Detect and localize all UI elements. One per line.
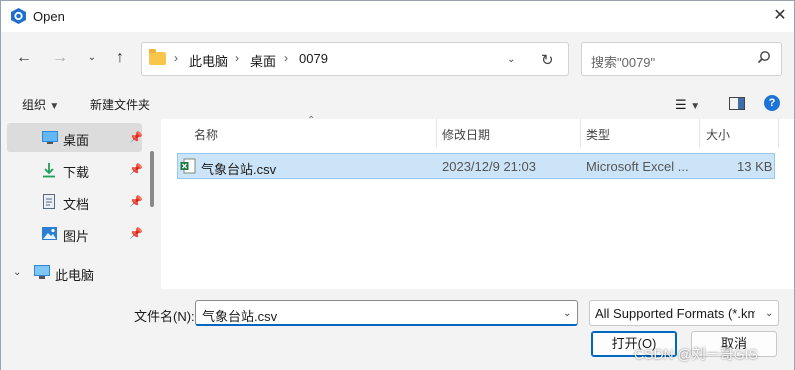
excel-file-icon <box>180 158 196 174</box>
close-icon: ✕ <box>773 7 787 24</box>
nav-item-downloads[interactable]: 下载 📌 <box>7 155 143 184</box>
window-title: Open <box>33 9 65 24</box>
column-divider[interactable] <box>580 119 581 147</box>
nav-item-pictures[interactable]: 图片 📌 <box>7 219 143 248</box>
preview-pane-icon <box>729 97 745 110</box>
list-view-icon: ☰ <box>675 97 687 112</box>
pin-icon[interactable]: 📌 <box>129 195 143 208</box>
pin-icon[interactable]: 📌 <box>129 227 143 240</box>
caret-down-icon: ▼ <box>690 101 701 112</box>
back-arrow-icon: ← <box>16 49 32 66</box>
filename-dropdown-icon[interactable]: ⌄ <box>563 308 571 319</box>
nav-label-desktop: 桌面 <box>63 133 90 148</box>
breadcrumb-separator-icon: › <box>235 51 239 65</box>
file-modified: 2023/12/9 21:03 <box>442 159 536 174</box>
file-name: 气象台站.csv <box>201 162 277 177</box>
file-type: Microsoft Excel ... <box>586 159 689 174</box>
column-header-type[interactable]: 类型 <box>586 126 610 143</box>
nav-label-documents: 文档 <box>63 197 90 212</box>
address-dropdown-icon[interactable]: ⌄ <box>507 54 515 65</box>
chevron-down-icon: ⌄ <box>87 52 97 63</box>
search-icon <box>757 50 771 67</box>
forward-arrow-icon: → <box>52 49 68 66</box>
filename-label: 文件名(N): <box>134 309 195 324</box>
search-input[interactable]: 搜索"0079" <box>591 52 655 71</box>
help-icon: ? <box>768 97 776 109</box>
back-button[interactable]: ← <box>11 45 37 71</box>
sort-ascending-icon: ⌃ <box>307 115 316 126</box>
desktop-icon <box>42 131 58 144</box>
column-header-size[interactable]: 大小 <box>706 126 730 143</box>
folder-icon <box>149 49 166 65</box>
pin-icon[interactable]: 📌 <box>129 131 143 144</box>
nav-label-pictures: 图片 <box>63 229 90 244</box>
open-dialog: Open ✕ ← → ⌄ ↑ › 此电脑 › 桌面 › 0079 ⌄ ↻ 搜索"… <box>0 0 795 370</box>
organize-label: 组织 <box>22 98 47 112</box>
column-divider[interactable] <box>436 119 437 147</box>
expand-chevron-icon[interactable]: ⌄ <box>13 267 21 278</box>
up-arrow-icon: ↑ <box>116 49 124 66</box>
forward-button[interactable]: → <box>47 45 73 71</box>
new-folder-button[interactable]: 新建文件夹 <box>90 96 150 113</box>
download-icon <box>43 163 55 178</box>
breadcrumb-separator-icon: › <box>284 51 288 65</box>
help-button[interactable]: ? <box>764 95 780 111</box>
recent-locations-button[interactable]: ⌄ <box>79 45 105 71</box>
breadcrumb-desktop[interactable]: 桌面 <box>250 51 276 70</box>
caret-down-icon: ▼ <box>49 101 60 112</box>
column-divider[interactable] <box>699 119 700 147</box>
refresh-icon[interactable]: ↻ <box>541 51 554 69</box>
breadcrumb-0079[interactable]: 0079 <box>299 51 328 66</box>
nav-item-desktop[interactable]: 桌面 📌 <box>7 123 143 152</box>
computer-icon <box>34 265 50 279</box>
app-icon <box>11 8 26 24</box>
organize-menu[interactable]: 组织 ▼ <box>22 96 59 113</box>
column-header-modified[interactable]: 修改日期 <box>442 126 490 143</box>
nav-scrollbar[interactable] <box>150 151 154 207</box>
nav-item-this-pc[interactable]: ⌄ 此电脑 <box>7 259 142 288</box>
picture-icon <box>42 227 57 240</box>
title-bar <box>1 1 794 32</box>
column-header-name[interactable]: 名称 <box>194 126 218 143</box>
breadcrumb-separator-icon: › <box>174 51 178 65</box>
nav-label-this-pc: 此电脑 <box>55 268 95 283</box>
pin-icon[interactable]: 📌 <box>129 163 143 176</box>
preview-pane-button[interactable] <box>729 97 745 113</box>
filetype-dropdown-icon[interactable]: ⌄ <box>765 308 773 319</box>
view-options-button[interactable]: ☰ ▼ <box>675 97 700 113</box>
document-icon <box>43 194 55 209</box>
up-button[interactable]: ↑ <box>107 45 133 71</box>
nav-label-downloads: 下载 <box>63 165 90 180</box>
filename-value[interactable]: 气象台站.csv <box>202 306 277 325</box>
watermark: CSDN @刘一哥GIS <box>634 346 758 362</box>
breadcrumb-this-pc[interactable]: 此电脑 <box>189 51 228 70</box>
close-button[interactable]: ✕ <box>767 3 793 29</box>
filetype-value[interactable]: All Supported Formats (*.kml <box>595 306 755 321</box>
nav-item-documents[interactable]: 文档 📌 <box>7 187 143 216</box>
file-size: 13 KB <box>737 159 773 174</box>
column-divider[interactable] <box>778 119 779 147</box>
